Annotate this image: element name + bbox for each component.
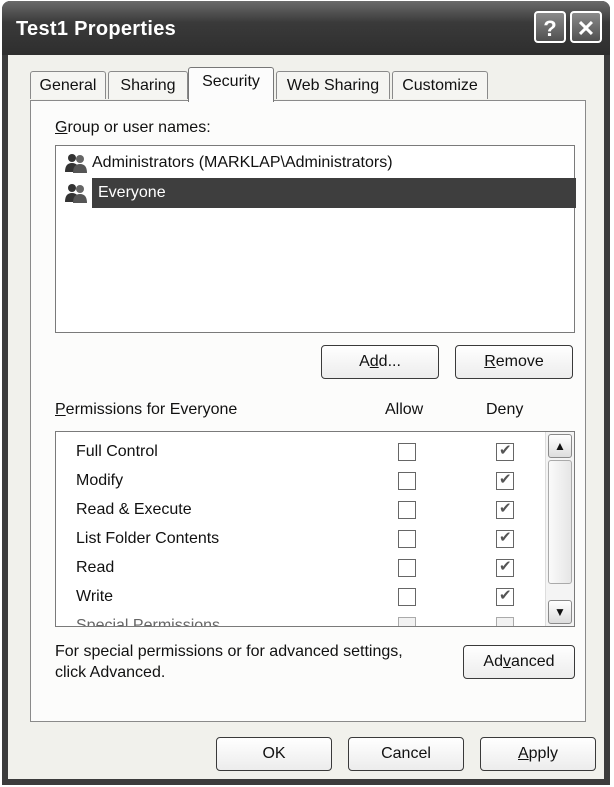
permission-row: Write ✔ bbox=[76, 583, 546, 611]
security-panel: Group or user names: Administrators (MAR… bbox=[30, 100, 586, 722]
allow-checkbox[interactable] bbox=[398, 530, 416, 548]
users-group-icon bbox=[64, 182, 88, 204]
advanced-button[interactable]: Advanced bbox=[463, 645, 575, 679]
deny-header: Deny bbox=[486, 401, 524, 418]
dialog-body: General Sharing Security Web Sharing Cus… bbox=[8, 55, 604, 779]
deny-checkbox[interactable]: ✔ bbox=[496, 587, 514, 606]
advanced-note: For special permissions or for advanced … bbox=[55, 643, 403, 681]
permission-name: Modify bbox=[76, 472, 124, 489]
permission-row: Special Permissions bbox=[76, 612, 546, 627]
permissions-scrollbar[interactable]: ▲ ▼ bbox=[545, 432, 574, 626]
tab-general[interactable]: General bbox=[30, 71, 106, 99]
permission-name: Read bbox=[76, 559, 115, 576]
tab-sharing[interactable]: Sharing bbox=[108, 71, 188, 99]
permission-name: Read & Execute bbox=[76, 501, 192, 518]
allow-checkbox[interactable] bbox=[398, 588, 416, 606]
scroll-thumb[interactable] bbox=[548, 460, 572, 584]
allow-checkbox[interactable] bbox=[398, 559, 416, 577]
title-bar[interactable]: Test1 Properties ? ✕ bbox=[2, 1, 610, 55]
permissions-list: Full Control ✔ Modify ✔ Read & Execute ✔… bbox=[55, 431, 575, 627]
check-icon: ✔ bbox=[499, 587, 512, 604]
check-icon: ✔ bbox=[499, 558, 512, 575]
deny-checkbox[interactable]: ✔ bbox=[496, 471, 514, 490]
apply-button[interactable]: Apply bbox=[480, 737, 596, 771]
tab-customize[interactable]: Customize bbox=[392, 71, 488, 99]
allow-checkbox[interactable] bbox=[398, 472, 416, 490]
allow-header: Allow bbox=[385, 401, 424, 418]
user-name: Everyone bbox=[92, 178, 576, 208]
permission-name: Write bbox=[76, 588, 114, 605]
group-names-label: Group or user names: bbox=[55, 119, 211, 136]
check-icon: ✔ bbox=[499, 529, 512, 546]
deny-checkbox[interactable]: ✔ bbox=[496, 558, 514, 577]
cancel-button[interactable]: Cancel bbox=[348, 737, 464, 771]
scroll-up-icon[interactable]: ▲ bbox=[548, 434, 572, 458]
permission-row: Modify ✔ bbox=[76, 467, 546, 495]
tab-security[interactable]: Security bbox=[188, 67, 274, 102]
ok-button[interactable]: OK bbox=[216, 737, 332, 771]
check-icon: ✔ bbox=[499, 500, 512, 517]
deny-checkbox[interactable]: ✔ bbox=[496, 529, 514, 548]
permission-row: List Folder Contents ✔ bbox=[76, 525, 546, 553]
deny-checkbox[interactable]: ✔ bbox=[496, 500, 514, 519]
permissions-label: Permissions for Everyone bbox=[55, 401, 238, 418]
window-title: Test1 Properties bbox=[16, 18, 177, 40]
allow-checkbox[interactable] bbox=[398, 501, 416, 519]
check-icon: ✔ bbox=[499, 442, 512, 459]
deny-checkbox[interactable] bbox=[496, 617, 514, 626]
list-item-selected[interactable]: Everyone bbox=[64, 178, 576, 208]
allow-checkbox[interactable] bbox=[398, 617, 416, 626]
properties-dialog: Test1 Properties ? ✕ General Sharing Sec… bbox=[2, 1, 610, 785]
check-icon: ✔ bbox=[499, 471, 512, 488]
allow-checkbox[interactable] bbox=[398, 443, 416, 461]
permission-row: Read & Execute ✔ bbox=[76, 496, 546, 524]
permission-name: List Folder Contents bbox=[76, 530, 220, 547]
list-item[interactable]: Administrators (MARKLAP\Administrators) bbox=[64, 148, 393, 178]
permission-name: Special Permissions bbox=[76, 617, 221, 627]
add-button[interactable]: Add... bbox=[321, 345, 439, 379]
scroll-down-icon[interactable]: ▼ bbox=[548, 600, 572, 624]
remove-button[interactable]: Remove bbox=[455, 345, 573, 379]
permission-name: Full Control bbox=[76, 443, 158, 460]
close-button[interactable]: ✕ bbox=[570, 11, 602, 43]
help-button[interactable]: ? bbox=[534, 11, 566, 43]
user-list[interactable]: Administrators (MARKLAP\Administrators) … bbox=[55, 145, 576, 333]
permission-row: Read ✔ bbox=[76, 554, 546, 582]
deny-checkbox[interactable]: ✔ bbox=[496, 442, 514, 461]
user-name: Administrators (MARKLAP\Administrators) bbox=[92, 154, 393, 171]
tab-web-sharing[interactable]: Web Sharing bbox=[276, 71, 390, 99]
permission-row: Full Control ✔ bbox=[76, 438, 546, 466]
users-group-icon bbox=[64, 152, 88, 174]
